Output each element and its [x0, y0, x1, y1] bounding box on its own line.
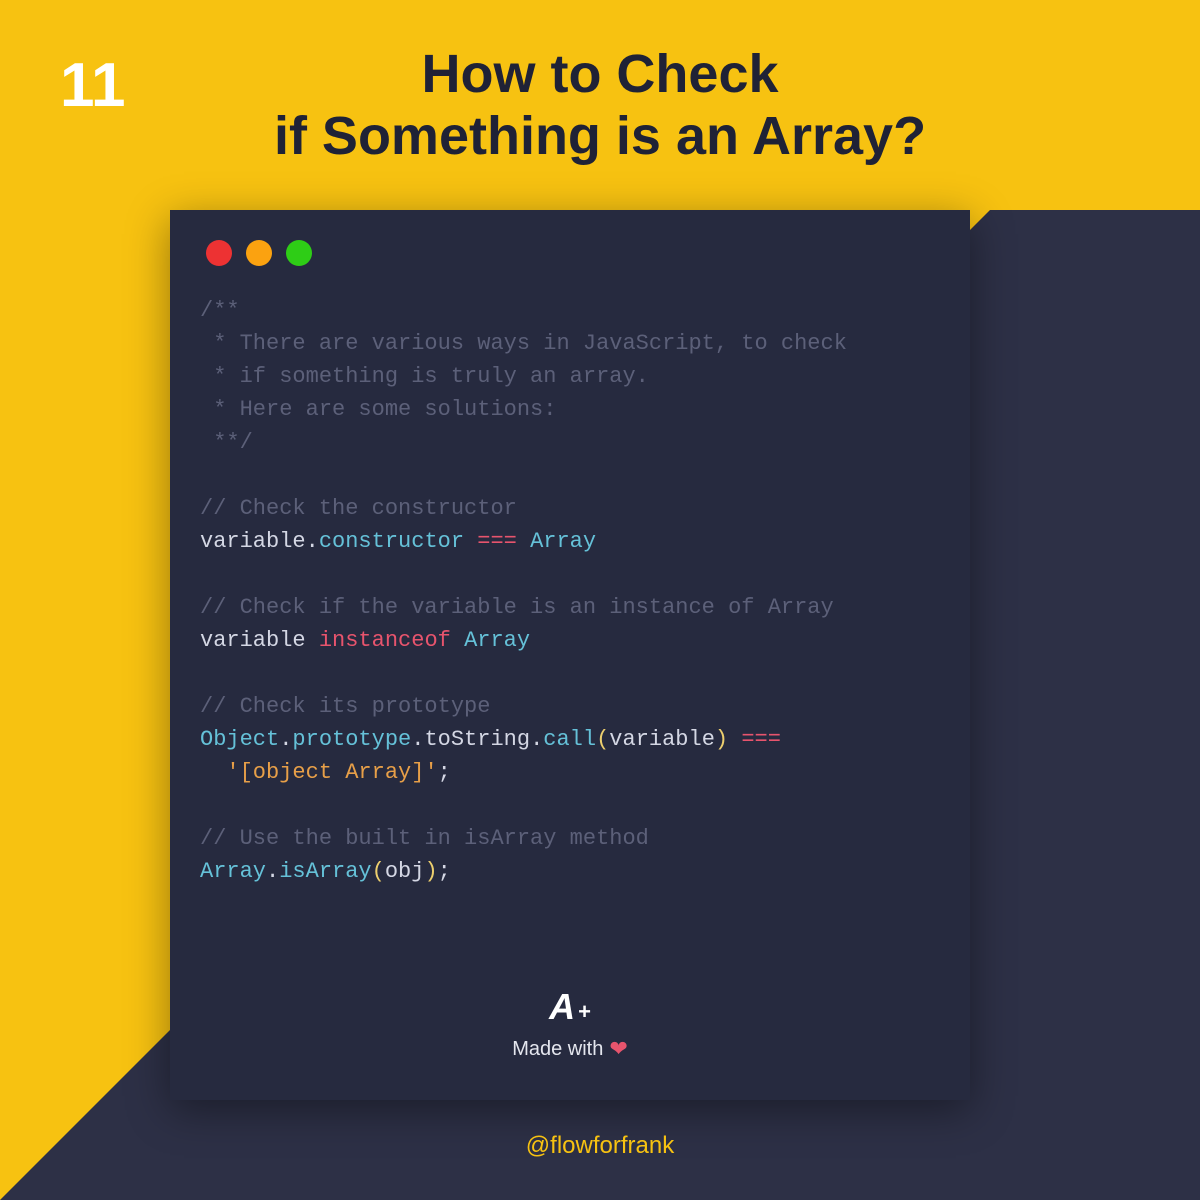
- code-comment: // Check if the variable is an instance …: [200, 595, 834, 620]
- code-comment: // Use the built in isArray method: [200, 826, 649, 851]
- code-token: isArray: [279, 859, 371, 884]
- code-comment: /** * There are various ways in JavaScri…: [200, 298, 847, 455]
- code-token: variable: [200, 529, 306, 554]
- code-token: ;: [438, 760, 451, 785]
- code-token: obj: [385, 859, 425, 884]
- code-token: Array: [464, 628, 530, 653]
- code-editor-window: /** * There are various ways in JavaScri…: [170, 210, 970, 1100]
- code-token: Object: [200, 727, 279, 752]
- heart-icon: ❤: [609, 1036, 627, 1062]
- code-comment: // Check the constructor: [200, 496, 517, 521]
- page-title: How to Check if Something is an Array?: [274, 43, 926, 167]
- code-token: '[object Array]': [226, 760, 437, 785]
- code-token: ): [715, 727, 728, 752]
- maximize-icon[interactable]: [286, 240, 312, 266]
- code-token: variable: [609, 727, 715, 752]
- code-token: ;: [438, 859, 451, 884]
- code-token: (: [596, 727, 609, 752]
- made-with-text: Made with: [512, 1038, 603, 1061]
- logo-plus: +: [578, 999, 591, 1025]
- code-token: .: [306, 529, 319, 554]
- code-token: instanceof: [306, 628, 464, 653]
- code-token: Array: [530, 529, 596, 554]
- code-token: toString: [424, 727, 530, 752]
- logo-letter: A: [549, 986, 574, 1028]
- code-token: .: [266, 859, 279, 884]
- code-comment: // Check its prototype: [200, 694, 490, 719]
- code-token: ===: [728, 727, 781, 752]
- window-controls: [206, 240, 940, 266]
- slide-number: 11: [60, 50, 126, 121]
- code-token: constructor: [319, 529, 464, 554]
- title-strip: How to Check if Something is an Array?: [0, 0, 1200, 210]
- code-token: prototype: [292, 727, 411, 752]
- code-token: call: [543, 727, 596, 752]
- code-token: Array: [200, 859, 266, 884]
- code-token: (: [372, 859, 385, 884]
- close-icon[interactable]: [206, 240, 232, 266]
- code-token: .: [279, 727, 292, 752]
- editor-footer: A + Made with ❤: [170, 986, 970, 1062]
- code-block: /** * There are various ways in JavaScri…: [200, 294, 940, 888]
- made-with-label: Made with ❤: [512, 1036, 628, 1062]
- code-token: ===: [464, 529, 530, 554]
- code-token: .: [530, 727, 543, 752]
- code-token: variable: [200, 628, 306, 653]
- minimize-icon[interactable]: [246, 240, 272, 266]
- social-handle[interactable]: @flowforfrank: [0, 1132, 1200, 1160]
- code-token: ): [424, 859, 437, 884]
- code-token: .: [411, 727, 424, 752]
- brand-logo: A +: [549, 986, 591, 1028]
